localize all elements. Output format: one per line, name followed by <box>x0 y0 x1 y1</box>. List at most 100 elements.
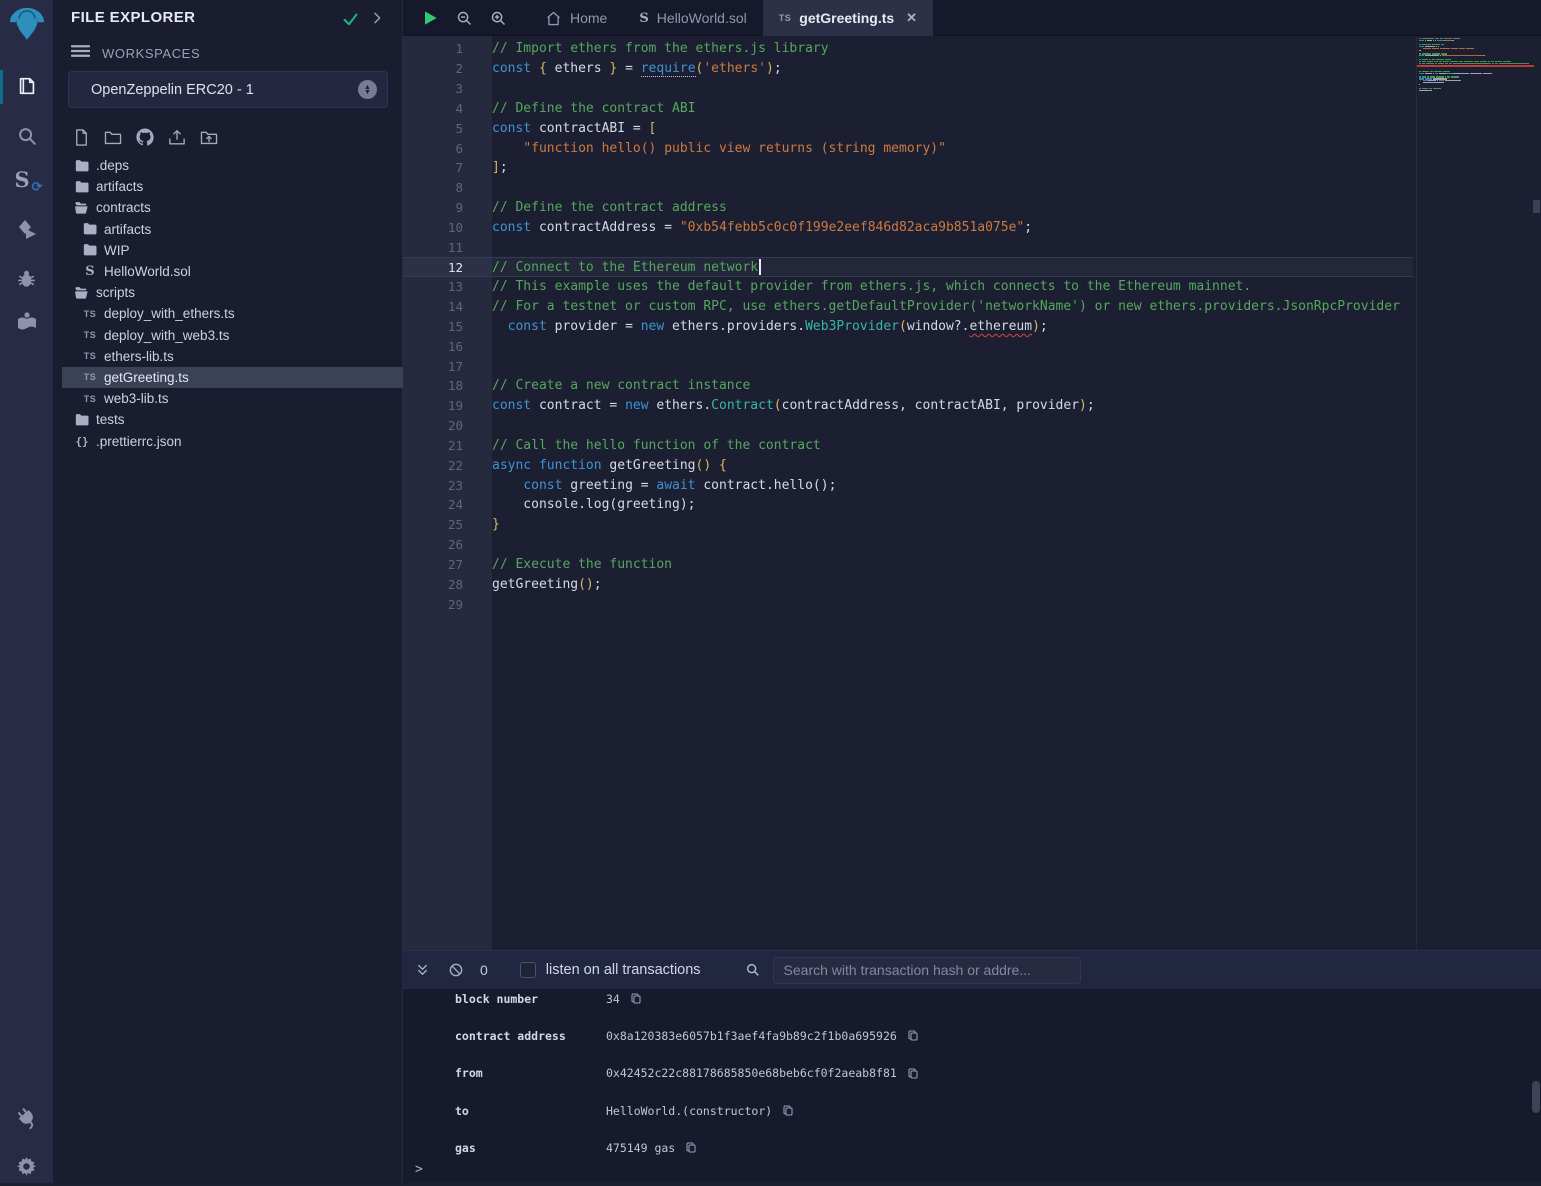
code-line[interactable]: 20 <box>403 416 1413 436</box>
copy-icon[interactable] <box>630 992 642 1005</box>
code-text: // Connect to the Ethereum network <box>492 260 758 275</box>
code-line[interactable]: 3 <box>403 79 1413 99</box>
code-line[interactable]: 21// Call the hello function of the cont… <box>403 436 1413 456</box>
tree-item-artifacts[interactable]: artifacts <box>62 219 403 240</box>
create-folder-button[interactable] <box>101 125 125 149</box>
editor-tab-bar: HomeSHelloWorld.solTSgetGreeting.ts✕ <box>403 0 1541 36</box>
tree-item-deploy_with_web3.ts[interactable]: TSdeploy_with_web3.ts <box>62 325 403 346</box>
upload-files-button[interactable] <box>165 125 189 149</box>
code-line[interactable]: 13// This example uses the default provi… <box>403 277 1413 297</box>
code-line[interactable]: 10const contractAddress = "0xb54febb5c0c… <box>403 217 1413 237</box>
activity-bar: S⟳ <box>0 0 53 1183</box>
copy-icon[interactable] <box>782 1104 794 1117</box>
minimap[interactable] <box>1416 36 1533 950</box>
tree-item-label: HelloWorld.sol <box>104 264 191 279</box>
code-line[interactable]: 16 <box>403 336 1413 356</box>
code-line[interactable]: 22async function getGreeting() { <box>403 455 1413 475</box>
json-file-icon: {} <box>71 435 93 448</box>
run-script-button[interactable] <box>413 0 447 36</box>
accept-check-icon[interactable] <box>341 10 360 33</box>
code-line[interactable]: 23 const greeting = await contract.hello… <box>403 475 1413 495</box>
tree-item-web3-lib.ts[interactable]: TSweb3-lib.ts <box>62 388 403 409</box>
code-text: // Create a new contract instance <box>492 378 750 393</box>
activity-item-file-explorer[interactable] <box>0 66 53 106</box>
terminal-row-value: 0x8a120383e6057b1f3aef4fa9b89c2f1b0a6959… <box>606 1029 897 1043</box>
code-line[interactable]: 11 <box>403 237 1413 257</box>
tab-HelloWorld.sol[interactable]: SHelloWorld.sol <box>623 0 762 36</box>
line-number: 9 <box>403 200 492 215</box>
code-line[interactable]: 4// Define the contract ABI <box>403 98 1413 118</box>
activity-item-learneth[interactable] <box>0 302 53 342</box>
tree-item-deploy_with_ethers.ts[interactable]: TSdeploy_with_ethers.ts <box>62 303 403 324</box>
code-line[interactable]: 1// Import ethers from the ethers.js lib… <box>403 39 1413 59</box>
tree-item-WIP[interactable]: WIP <box>62 240 403 261</box>
tree-item-scripts[interactable]: scripts <box>62 282 403 303</box>
transaction-count-badge: 0 <box>480 962 488 978</box>
code-line[interactable]: 29 <box>403 594 1413 614</box>
zoom-in-button[interactable] <box>481 0 515 36</box>
terminal-scrollbar-thumb[interactable] <box>1532 1081 1540 1113</box>
copy-icon[interactable] <box>907 1029 919 1042</box>
tree-item-contracts[interactable]: contracts <box>62 197 403 218</box>
code-line[interactable]: 24 console.log(greeting); <box>403 495 1413 515</box>
tab-getGreeting.ts[interactable]: TSgetGreeting.ts✕ <box>763 0 933 36</box>
code-line[interactable]: 17 <box>403 356 1413 376</box>
code-line[interactable]: 12// Connect to the Ethereum network <box>403 257 1413 277</box>
minimap-error-marker <box>1417 65 1534 67</box>
zoom-out-button[interactable] <box>447 0 481 36</box>
code-line[interactable]: 27// Execute the function <box>403 555 1413 575</box>
activity-item-remix-logo[interactable] <box>0 4 53 44</box>
line-number: 21 <box>403 438 492 453</box>
search-icon <box>16 125 38 147</box>
terminal-row-block-number: block number34 <box>403 980 1541 1017</box>
code-line[interactable]: 6 "function hello() public view returns … <box>403 138 1413 158</box>
clone-github-button[interactable] <box>133 125 157 149</box>
tree-item-getGreeting.ts[interactable]: TSgetGreeting.ts <box>62 367 403 388</box>
activity-item-plugin-manager[interactable] <box>0 1098 53 1138</box>
terminal-collapse-icon[interactable] <box>415 963 430 978</box>
activity-item-solidity-compiler[interactable]: S⟳ <box>0 160 53 200</box>
listen-all-transactions-checkbox[interactable] <box>520 962 536 978</box>
terminal-row-from: from0x42452c22c88178685850e68beb6cf0f2ae… <box>403 1055 1541 1092</box>
tab-Home[interactable]: Home <box>529 0 623 36</box>
code-editor[interactable]: 1// Import ethers from the ethers.js lib… <box>403 36 1541 950</box>
copy-icon[interactable] <box>907 1067 919 1080</box>
tree-item-.deps[interactable]: .deps <box>62 155 403 176</box>
code-line[interactable]: 26 <box>403 535 1413 555</box>
code-line[interactable]: 14// For a testnet or custom RPC, use et… <box>403 297 1413 317</box>
activity-item-debugger[interactable] <box>0 258 53 298</box>
workspace-dropdown[interactable]: OpenZeppelin ERC20 - 1 ▲▼ <box>68 71 388 108</box>
terminal-prompt[interactable]: > <box>415 1162 423 1177</box>
line-number: 23 <box>403 478 492 493</box>
tree-item-HelloWorld.sol[interactable]: SHelloWorld.sol <box>62 261 403 282</box>
code-line[interactable]: 8 <box>403 178 1413 198</box>
code-line[interactable]: 9// Define the contract address <box>403 198 1413 218</box>
code-line[interactable]: 5const contractABI = [ <box>403 118 1413 138</box>
tree-item-tests[interactable]: tests <box>62 409 403 430</box>
code-line[interactable]: 19const contract = new ethers.Contract(c… <box>403 396 1413 416</box>
workspace-stepper-icon[interactable]: ▲▼ <box>358 80 377 99</box>
workspaces-label: WORKSPACES <box>102 46 200 61</box>
tree-item-ethers-lib.ts[interactable]: TSethers-lib.ts <box>62 346 403 367</box>
code-line[interactable]: 18// Create a new contract instance <box>403 376 1413 396</box>
activity-item-settings[interactable] <box>0 1146 53 1186</box>
copy-icon[interactable] <box>685 1141 697 1154</box>
upload-folder-button[interactable] <box>197 125 221 149</box>
code-line[interactable]: 25} <box>403 515 1413 535</box>
tree-item-.prettierrc.json[interactable]: {}.prettierrc.json <box>62 430 403 451</box>
activity-item-search[interactable] <box>0 116 53 156</box>
workspaces-menu-icon[interactable] <box>71 44 90 63</box>
create-file-button[interactable] <box>69 125 93 149</box>
code-line[interactable]: 15 const provider = new ethers.providers… <box>403 317 1413 337</box>
chevron-right-icon[interactable] <box>369 10 385 31</box>
terminal-clear-icon[interactable] <box>448 962 464 978</box>
code-line[interactable]: 28getGreeting(); <box>403 574 1413 594</box>
line-number: 5 <box>403 121 492 136</box>
close-tab-icon[interactable]: ✕ <box>906 10 917 26</box>
clone-github-icon <box>135 127 155 147</box>
tree-item-artifacts[interactable]: artifacts <box>62 176 403 197</box>
code-line[interactable]: 2const { ethers } = require('ethers'); <box>403 59 1413 79</box>
activity-item-deploy-and-run[interactable] <box>0 210 53 250</box>
tree-item-label: ethers-lib.ts <box>104 349 174 364</box>
code-line[interactable]: 7]; <box>403 158 1413 178</box>
